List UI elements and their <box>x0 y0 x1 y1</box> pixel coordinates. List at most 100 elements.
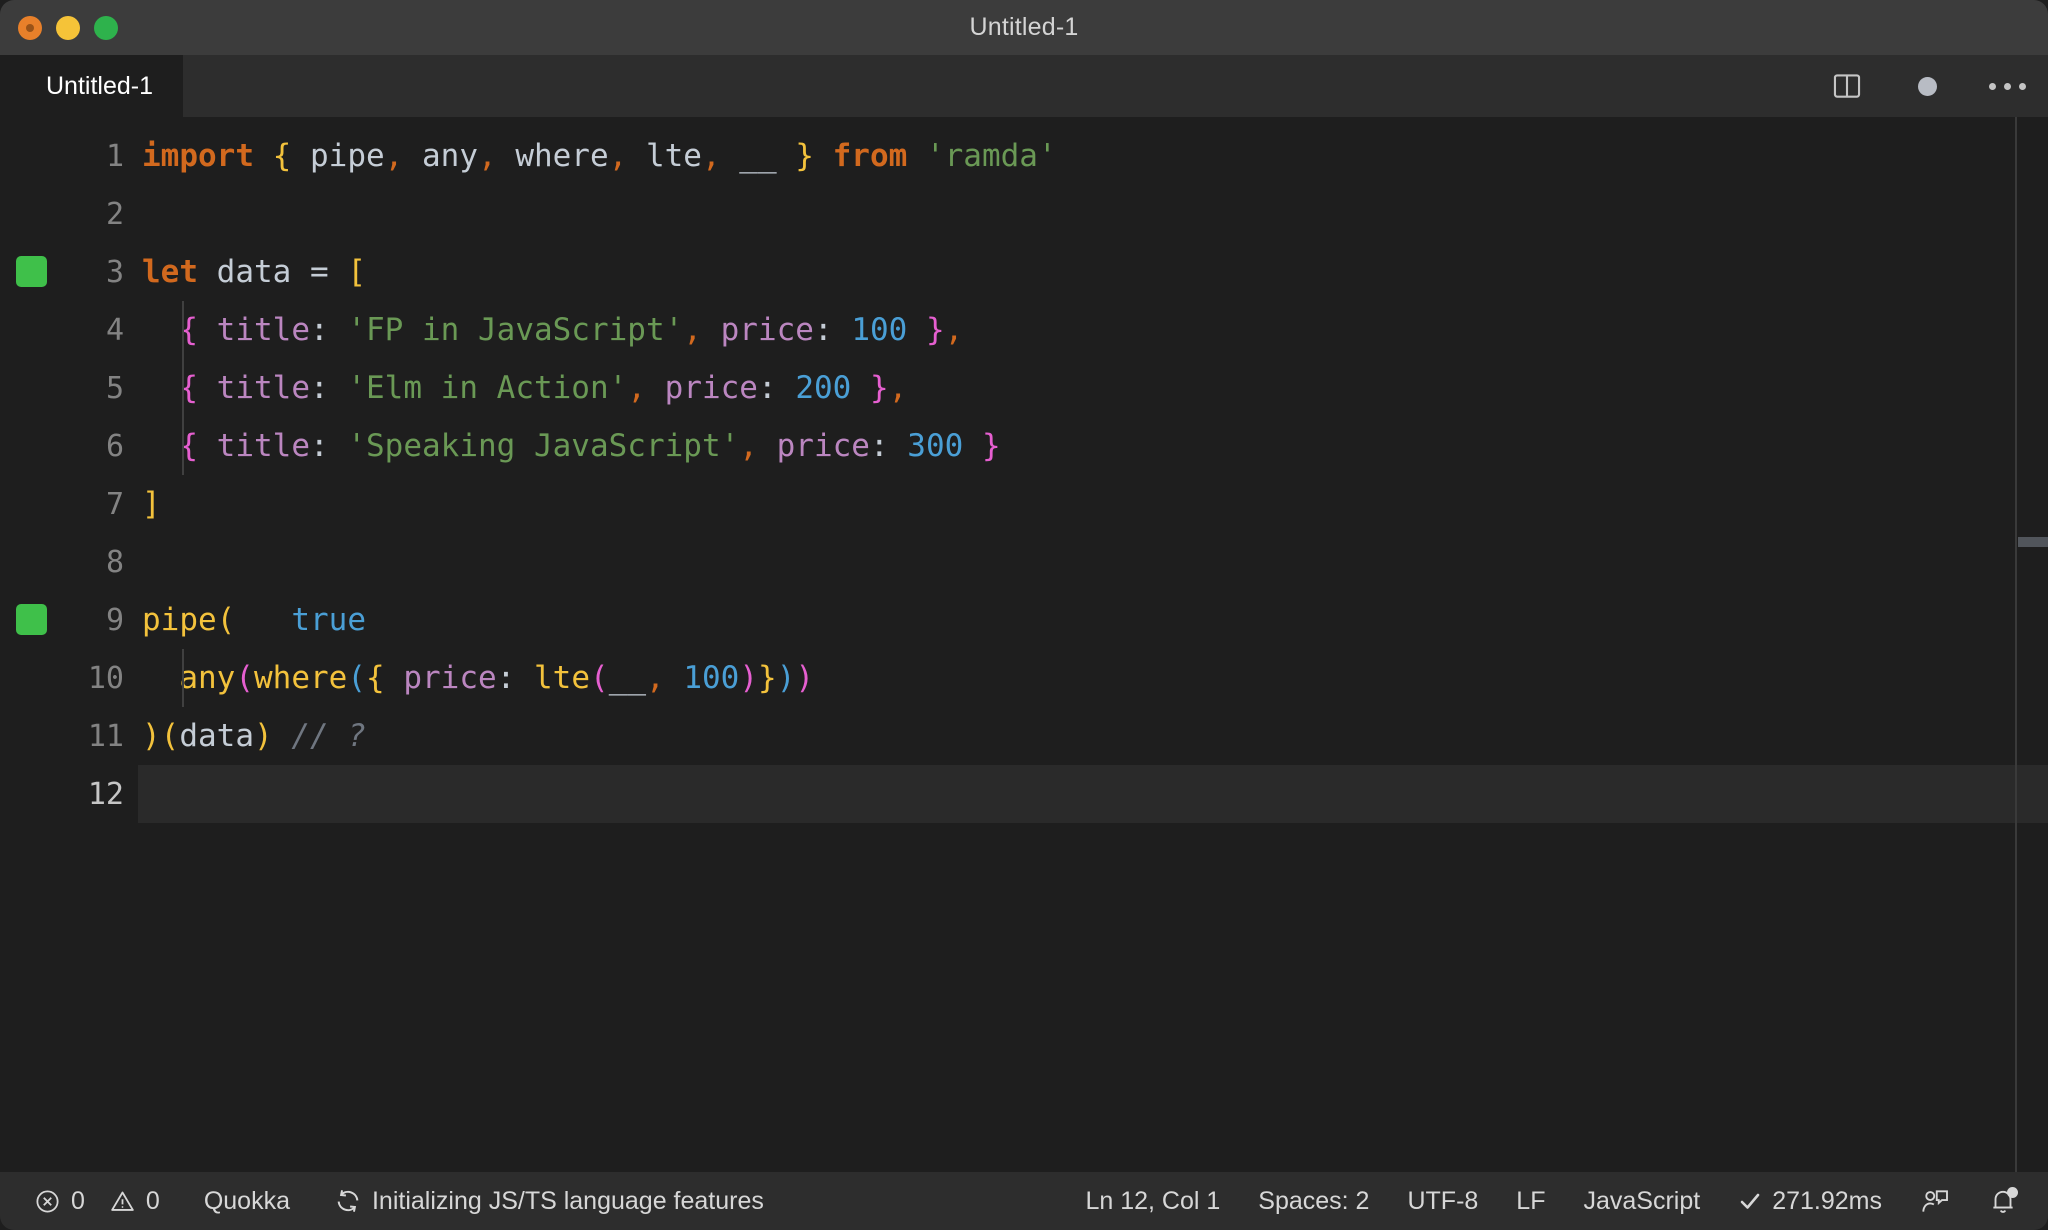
warning-count: 0 <box>145 1186 160 1215</box>
scrollbar-track <box>2015 117 2017 1172</box>
code-text: { title: 'Speaking JavaScript', price: 3… <box>138 428 1000 464</box>
status-indentation[interactable]: Spaces: 2 <box>1258 1187 1369 1216</box>
line-number: 11 <box>87 718 124 754</box>
code-line[interactable]: 12 <box>0 765 2048 823</box>
code-token: where <box>496 138 609 174</box>
code-line-content[interactable] <box>138 765 2048 823</box>
line-number: 8 <box>105 544 124 580</box>
indent-guide <box>182 301 184 359</box>
status-language-mode[interactable]: JavaScript <box>1583 1187 1700 1216</box>
code-line-content[interactable] <box>138 185 2048 243</box>
status-bar: 0 0 Quokka Initializing JS/TS language f… <box>0 1172 2048 1230</box>
line-number: 10 <box>87 660 124 696</box>
line-number: 2 <box>105 196 124 232</box>
editor-actions <box>1828 55 2026 117</box>
code-token: , <box>608 138 628 174</box>
code-token: : <box>813 312 833 348</box>
code-token: ) <box>776 660 796 696</box>
indentation-label: Spaces: 2 <box>1258 1186 1370 1215</box>
code-line[interactable]: 6 { title: 'Speaking JavaScript', price:… <box>0 417 2048 475</box>
code-line[interactable]: 8 <box>0 533 2048 591</box>
code-token: any <box>179 660 236 696</box>
code-token: price <box>664 370 758 406</box>
code-token: 100 <box>851 312 908 348</box>
code-line-content[interactable]: let data = [ <box>138 243 2048 301</box>
status-feedback[interactable] <box>1920 1186 1950 1216</box>
code-line-content[interactable]: pipe( true <box>138 591 2048 649</box>
indent-guide <box>182 417 184 475</box>
code-token: data <box>179 718 254 754</box>
status-run-time[interactable]: 271.92ms <box>1738 1187 1882 1216</box>
code-lines: 1 import { pipe, any, where, lte, __ } fr… <box>0 127 2048 823</box>
code-token: import <box>142 138 254 174</box>
status-cursor-position[interactable]: Ln 12, Col 1 <box>1085 1187 1220 1216</box>
status-problems[interactable]: 0 0 <box>34 1187 160 1216</box>
code-token: } <box>795 138 814 174</box>
quokka-live-marker[interactable] <box>16 256 47 287</box>
quokka-live-marker[interactable] <box>16 604 47 635</box>
status-eol[interactable]: LF <box>1516 1187 1545 1216</box>
cursor-position-label: Ln 12, Col 1 <box>1085 1186 1221 1215</box>
code-line-content[interactable]: import { pipe, any, where, lte, __ } fro… <box>138 127 2048 185</box>
code-token: , <box>739 428 758 464</box>
sync-icon <box>334 1187 362 1215</box>
status-language-features[interactable]: Initializing JS/TS language features <box>334 1187 764 1216</box>
code-line[interactable]: 9 pipe( true <box>0 591 2048 649</box>
code-line-content[interactable]: { title: 'Elm in Action', price: 200 }, <box>138 359 2048 417</box>
tab-untitled-1[interactable]: Untitled-1 <box>0 55 183 117</box>
code-token: ) <box>142 718 161 754</box>
code-token: ) <box>254 718 273 754</box>
code-token: __ <box>720 138 796 174</box>
code-line-content[interactable] <box>138 533 2048 591</box>
code-token: , <box>701 138 721 174</box>
code-token: let <box>142 254 198 290</box>
code-editor[interactable]: 1 import { pipe, any, where, lte, __ } fr… <box>0 117 2048 1172</box>
code-text: { title: 'FP in JavaScript', price: 100 … <box>138 312 963 348</box>
code-line-content[interactable]: { title: 'FP in JavaScript', price: 100 … <box>138 301 2048 359</box>
error-circle-icon <box>34 1188 61 1215</box>
indent-guide <box>182 649 184 707</box>
code-token: ( <box>235 660 254 696</box>
code-line-content[interactable]: ] <box>138 475 2048 533</box>
code-line[interactable]: 3 let data = [ <box>0 243 2048 301</box>
code-text: pipe( true <box>138 602 366 638</box>
status-quokka[interactable]: Quokka <box>204 1187 290 1216</box>
code-token: ) <box>795 660 815 696</box>
unsaved-dot-icon[interactable] <box>1908 67 1946 105</box>
code-token: { <box>366 660 385 696</box>
code-line[interactable]: 7] <box>0 475 2048 533</box>
code-line[interactable]: 11 )(data) // ? <box>0 707 2048 765</box>
status-notifications[interactable] <box>1988 1186 2018 1216</box>
status-encoding[interactable]: UTF-8 <box>1407 1187 1478 1216</box>
code-token: , <box>683 312 702 348</box>
code-line-content[interactable]: any(where({ price: lte(__, 100)})) <box>138 649 2048 707</box>
code-token: where <box>254 660 348 696</box>
more-actions-icon[interactable] <box>1988 67 2026 105</box>
split-editor-icon[interactable] <box>1828 67 1866 105</box>
status-bar-left: 0 0 Quokka Initializing JS/TS language f… <box>0 1187 764 1216</box>
code-token: price <box>403 660 497 696</box>
editor-scrollbar[interactable] <box>2014 117 2048 1172</box>
code-token: , <box>888 370 908 406</box>
code-line[interactable]: 5 { title: 'Elm in Action', price: 200 }… <box>0 359 2048 417</box>
code-token: __ <box>608 660 647 696</box>
code-line[interactable]: 4 { title: 'FP in JavaScript', price: 10… <box>0 301 2048 359</box>
error-count: 0 <box>71 1186 85 1215</box>
code-token: price <box>720 312 814 348</box>
code-line-content[interactable]: { title: 'Speaking JavaScript', price: 3… <box>138 417 2048 475</box>
code-line-content[interactable]: )(data) // ? <box>138 707 2048 765</box>
code-line[interactable]: 1 import { pipe, any, where, lte, __ } fr… <box>0 127 2048 185</box>
code-line[interactable]: 2 <box>0 185 2048 243</box>
code-line[interactable]: 10 any(where({ price: lte(__, 100)})) <box>0 649 2048 707</box>
